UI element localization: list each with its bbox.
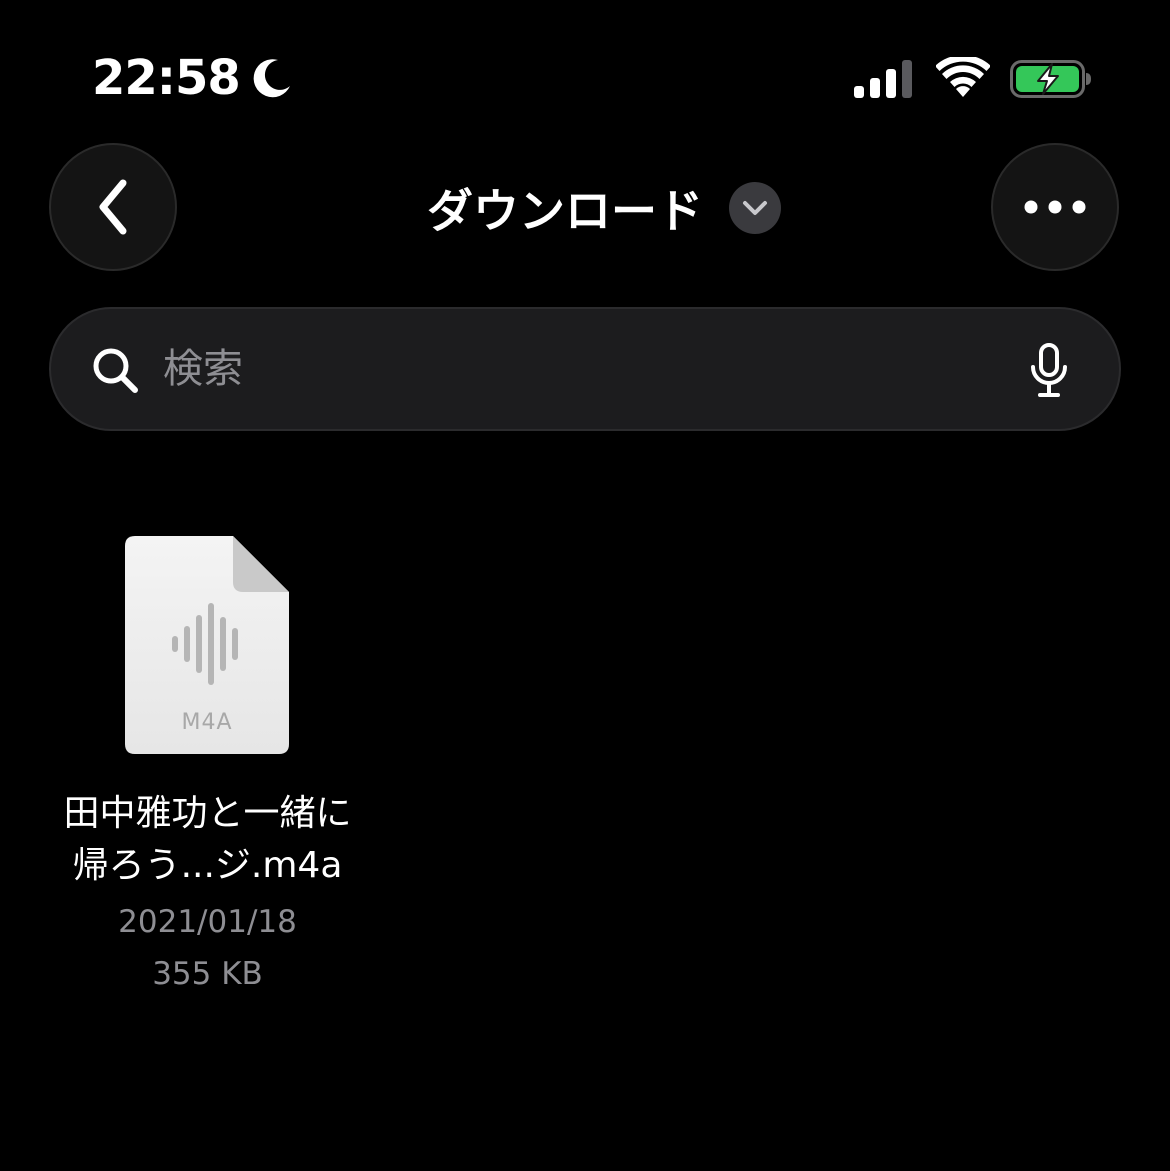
battery-charging-icon	[1010, 60, 1091, 98]
ellipsis-icon	[1024, 200, 1086, 214]
more-options-button[interactable]	[991, 143, 1119, 271]
page-title[interactable]: ダウンロード	[427, 175, 703, 241]
moon-icon	[253, 59, 290, 98]
file-name[interactable]: 田中雅功と一緒に 帰ろう...ジ.m4a	[40, 788, 375, 892]
cellular-signal-icon	[854, 60, 912, 98]
title-menu-button[interactable]	[729, 182, 781, 234]
search-bar[interactable]	[49, 307, 1121, 431]
microphone-icon[interactable]	[1029, 343, 1069, 399]
chevron-down-icon	[743, 201, 767, 215]
file-item[interactable]: M4A 田中雅功と一緒に 帰ろう...ジ.m4a 2021/01/18 355 …	[40, 530, 375, 1000]
file-date: 2021/01/18	[118, 904, 297, 940]
file-name-line-2: 帰ろう...ジ.m4a	[72, 845, 343, 886]
wifi-icon	[936, 57, 990, 97]
search-input[interactable]	[163, 333, 983, 405]
file-extension-label: M4A	[181, 710, 233, 735]
file-size: 355 KB	[152, 956, 263, 992]
status-bar: 22:58	[0, 0, 1170, 130]
status-time-group: 22:58	[92, 48, 294, 108]
magnifying-glass-icon	[93, 348, 138, 393]
file-name-line-1: 田中雅功と一緒に	[63, 793, 352, 834]
status-indicators	[854, 54, 1092, 104]
status-time: 22:58	[92, 50, 241, 106]
